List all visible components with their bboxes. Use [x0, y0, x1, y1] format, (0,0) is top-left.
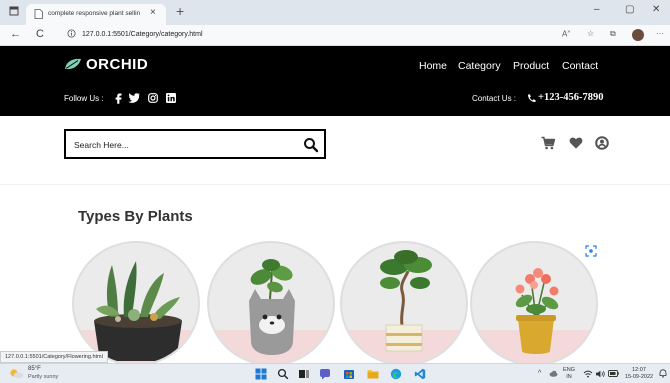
tray-cloud-icon[interactable] — [549, 370, 558, 377]
url-text[interactable]: 127.0.0.1:5501/Category/category.html — [82, 31, 203, 38]
language-indicator[interactable]: ENG IN — [562, 367, 576, 381]
clock-date: 15-09-2022 — [624, 374, 654, 380]
section-title: Types By Plants — [78, 208, 193, 225]
weather-description: Partly sunny — [28, 374, 59, 380]
address-bar: ← C 127.0.0.1:5501/Category/category.htm… — [0, 25, 670, 46]
succulent-planter-image — [94, 261, 182, 361]
section-divider — [0, 184, 670, 185]
visual-search-icon[interactable] — [585, 245, 597, 257]
user-account-icon[interactable] — [595, 136, 609, 150]
wifi-icon[interactable] — [583, 370, 593, 378]
edge-browser-icon[interactable] — [390, 368, 402, 380]
profile-avatar[interactable] — [632, 29, 644, 41]
teams-chat-icon[interactable] — [319, 368, 331, 380]
windows-taskbar: 85°F Partly sunny ^ ENG IN 12:07 15-09-2… — [0, 363, 670, 383]
status-url-tooltip: 127.0.0.1:5501/Category/Flowering.html — [0, 351, 108, 363]
site-header: ORCHID Home Category Product Contact Fol… — [0, 46, 670, 116]
contact-label: Contact Us : — [472, 94, 517, 103]
clock[interactable]: 12:07 15-09-2022 — [622, 367, 656, 381]
tab-actions-icon[interactable] — [9, 6, 19, 16]
plant-card-succulent[interactable] — [72, 241, 200, 366]
plant-card-bonsai[interactable] — [340, 241, 468, 366]
phone-icon — [528, 94, 536, 103]
collections-icon[interactable]: ⧉ — [610, 29, 616, 39]
plant-card-cat[interactable] — [207, 241, 335, 366]
linkedin-icon[interactable] — [166, 93, 176, 103]
volume-icon[interactable] — [595, 370, 605, 378]
heart-icon[interactable] — [569, 136, 583, 150]
back-button[interactable]: ← — [10, 28, 21, 40]
leaf-logo-icon — [65, 58, 81, 70]
site-info-icon[interactable] — [67, 29, 76, 38]
region-code: IN — [566, 374, 572, 380]
cat-planter-image — [249, 259, 295, 355]
tab-close-button[interactable]: × — [150, 7, 156, 18]
close-window-button[interactable]: ✕ — [652, 4, 660, 15]
cart-icon[interactable] — [541, 136, 555, 150]
browser-tab[interactable]: complete responsive plant sellin × — [26, 4, 166, 25]
file-explorer-icon[interactable] — [367, 368, 379, 380]
nav-contact[interactable]: Contact — [562, 60, 598, 72]
flowering-planter-image — [515, 268, 559, 354]
task-view-icon[interactable] — [298, 368, 310, 380]
search-icon[interactable] — [302, 136, 320, 154]
tab-title: complete responsive plant sellin — [48, 10, 141, 17]
plant-card-flowering[interactable] — [470, 241, 598, 366]
nav-home[interactable]: Home — [419, 60, 447, 72]
follow-label: Follow Us : — [64, 94, 104, 103]
favorite-icon[interactable]: ☆ — [587, 29, 594, 38]
taskbar-search-icon[interactable] — [277, 368, 289, 380]
vscode-icon[interactable] — [414, 368, 426, 380]
clock-time: 12:07 — [632, 367, 646, 373]
store-app-icon[interactable] — [343, 368, 355, 380]
facebook-icon[interactable] — [114, 93, 122, 104]
more-icon[interactable]: ··· — [656, 29, 664, 38]
weather-icon[interactable] — [8, 367, 24, 379]
battery-icon[interactable] — [608, 370, 619, 377]
search-input[interactable] — [74, 137, 284, 153]
twitter-icon[interactable] — [128, 93, 140, 103]
read-aloud-icon[interactable]: A» — [562, 29, 570, 39]
browser-tab-bar: complete responsive plant sellin × + – ▢… — [0, 0, 670, 25]
language-code: ENG — [563, 367, 575, 373]
phone-number[interactable]: +123-456-7890 — [538, 92, 603, 103]
bonsai-planter-image — [380, 250, 432, 352]
search-box — [64, 129, 326, 159]
tray-overflow-icon[interactable]: ^ — [538, 370, 541, 377]
page-icon — [34, 9, 43, 19]
nav-product[interactable]: Product — [513, 60, 549, 72]
instagram-icon[interactable] — [148, 93, 158, 103]
minimize-button[interactable]: – — [594, 4, 600, 15]
brand-name[interactable]: ORCHID — [86, 56, 148, 73]
notifications-icon[interactable] — [659, 369, 667, 378]
maximize-button[interactable]: ▢ — [625, 4, 634, 15]
refresh-button[interactable]: C — [36, 28, 44, 40]
nav-category[interactable]: Category — [458, 60, 501, 72]
new-tab-button[interactable]: + — [176, 3, 184, 19]
weather-temperature: 85°F — [28, 366, 41, 372]
windows-start-icon[interactable] — [255, 368, 267, 380]
